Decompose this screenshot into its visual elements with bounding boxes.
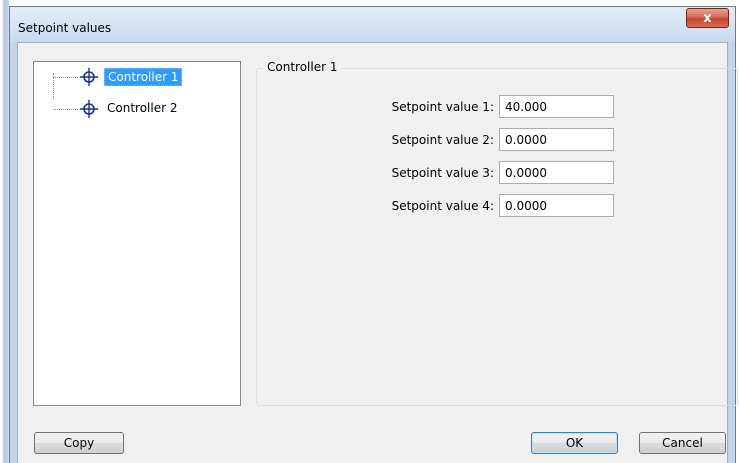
setpoint-label-3: Setpoint value 3:	[391, 166, 494, 180]
dialog-client-area: Controller 1 Controller 2 Controller 1 S…	[17, 42, 738, 463]
setpoint-row-2: Setpoint value 2:	[264, 128, 614, 151]
tree-item-controller-2[interactable]: Controller 2	[34, 99, 224, 119]
tree-item-controller-1[interactable]: Controller 1	[34, 67, 224, 87]
group-legend: Controller 1	[263, 60, 342, 74]
setpoint-label-1: Setpoint value 1:	[391, 100, 494, 114]
setpoint-row-4: Setpoint value 4:	[264, 194, 614, 217]
target-icon	[80, 100, 98, 118]
title-bar[interactable]: Setpoint values x	[10, 7, 735, 42]
ok-button[interactable]: OK	[531, 432, 618, 454]
background-window-edge	[0, 0, 9, 463]
controller-settings-group	[256, 68, 738, 406]
setpoint-label-2: Setpoint value 2:	[391, 133, 494, 147]
setpoint-row-1: Setpoint value 1:	[264, 95, 614, 118]
setpoint-input-2[interactable]	[499, 128, 614, 151]
target-icon	[80, 68, 98, 86]
tree-connector	[53, 109, 78, 110]
setpoint-input-3[interactable]	[499, 161, 614, 184]
tree-item-label: Controller 2	[107, 101, 178, 115]
copy-button[interactable]: Copy	[34, 432, 124, 454]
close-icon: x	[703, 10, 712, 26]
setpoint-input-4[interactable]	[499, 194, 614, 217]
controller-tree[interactable]: Controller 1 Controller 2	[33, 61, 241, 406]
setpoint-row-3: Setpoint value 3:	[264, 161, 614, 184]
setpoint-input-1[interactable]	[499, 95, 614, 118]
setpoint-values-dialog: Setpoint values x Controller 1 Controlle…	[9, 6, 738, 463]
tree-item-label: Controller 1	[104, 68, 183, 86]
close-button[interactable]: x	[686, 8, 729, 28]
window-title: Setpoint values	[18, 21, 112, 35]
setpoint-label-4: Setpoint value 4:	[391, 199, 494, 213]
tree-connector	[53, 77, 78, 78]
cancel-button[interactable]: Cancel	[639, 432, 726, 454]
